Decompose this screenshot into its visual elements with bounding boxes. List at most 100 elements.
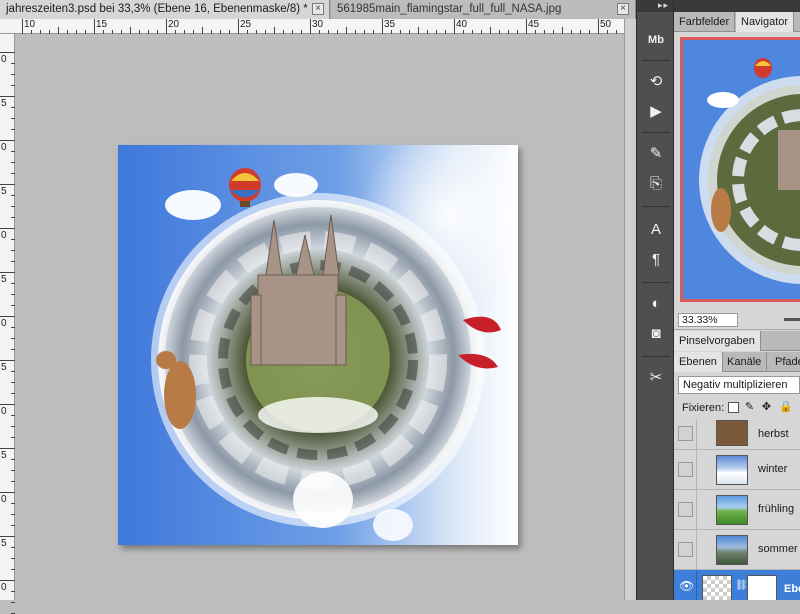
mini-bridge-icon[interactable]: Mb: [643, 28, 669, 52]
lock-row: Fixieren: ✎ ✥ 🔒: [674, 398, 800, 418]
clone-source-icon[interactable]: ⎘: [643, 172, 669, 196]
visibility-toggle[interactable]: [678, 426, 693, 441]
layer-thumbnail: [716, 495, 748, 525]
eye-icon[interactable]: 👁: [679, 579, 694, 593]
ruler-tick: [11, 74, 15, 75]
ruler-tick: [49, 30, 50, 34]
ruler-label: 5: [1, 538, 7, 549]
ruler-tick: [11, 503, 15, 504]
ruler-tick: [364, 30, 365, 34]
ruler-tick: [139, 30, 140, 34]
paragraph-icon[interactable]: ¶: [643, 248, 669, 272]
ruler-tick: [11, 437, 15, 438]
ruler-label: 5: [1, 274, 7, 285]
artwork-canvas[interactable]: [118, 145, 518, 545]
close-icon[interactable]: ×: [617, 3, 629, 15]
layer-row-active[interactable]: 👁 ⛓ Ebe: [674, 570, 800, 600]
ruler-label: 0: [1, 142, 7, 153]
ruler-tick: [472, 30, 473, 34]
tab-kanaele[interactable]: Kanäle: [722, 352, 768, 372]
layer-row-fruehling[interactable]: frühling: [674, 490, 800, 530]
document-tab-jahreszeiten[interactable]: jahreszeiten3.psd bei 33,3% (Ebene 16, E…: [0, 0, 330, 19]
ruler-tick: [11, 195, 15, 196]
layer-name: sommer: [758, 543, 798, 555]
ruler-tick: [265, 30, 266, 34]
layer-name: frühling: [758, 503, 795, 515]
zoom-slider[interactable]: [784, 318, 800, 321]
ruler-label: 30: [312, 19, 324, 30]
adjustments-icon[interactable]: ◐: [643, 292, 669, 316]
horizontal-ruler[interactable]: 10 15 20 25 30 35 40 45 50: [0, 19, 662, 34]
ruler-tick: [11, 591, 15, 592]
ruler-tick: [67, 30, 68, 34]
ruler-tick: [58, 27, 59, 34]
visibility-toggle[interactable]: [678, 502, 693, 517]
ruler-label: 0: [1, 230, 7, 241]
ruler-tick: [0, 228, 15, 229]
ruler-tick: [11, 63, 15, 64]
lock-pixels-icon[interactable]: ✎: [744, 402, 755, 413]
ruler-tick: [0, 96, 15, 97]
ruler-tick: [11, 569, 15, 570]
tab-farbfelder[interactable]: Farbfelder: [674, 12, 736, 32]
visibility-toggle[interactable]: [678, 542, 693, 557]
ruler-tick: [391, 30, 392, 34]
tools-icon[interactable]: ✂: [643, 366, 669, 390]
ruler-tick: [31, 30, 32, 34]
canvas-scrollbar[interactable]: [624, 19, 636, 600]
brush-presets-tabs: Pinselvorgaben: [674, 331, 800, 351]
ruler-label: 50: [600, 19, 612, 30]
document-tab-nasa[interactable]: 561985main_flamingstar_full_full_NASA.jp…: [331, 0, 636, 19]
ruler-tick: [418, 27, 419, 34]
layer-mask-thumbnail[interactable]: [747, 575, 777, 600]
panel-icon-strip: ▸▸ Mb ⟲ ▶ ✎ ⎘ A ¶ ◐ ◙ ✂: [636, 0, 674, 600]
ruler-tick: [346, 27, 347, 34]
ruler-tick: [598, 19, 599, 34]
ruler-tick: [256, 30, 257, 34]
visibility-toggle[interactable]: [678, 462, 693, 477]
layer-row-sommer[interactable]: sommer: [674, 530, 800, 570]
ruler-tick: [166, 19, 167, 34]
ruler-tick: [319, 30, 320, 34]
ruler-tick: [11, 173, 15, 174]
ruler-tick: [11, 118, 15, 119]
tab-pinselvorgaben[interactable]: Pinselvorgaben: [674, 331, 761, 351]
link-icon[interactable]: ⛓: [735, 580, 748, 591]
ruler-tick: [11, 283, 15, 284]
ruler-tick: [0, 580, 15, 581]
navigator-thumbnail: [683, 40, 800, 299]
zoom-level-field[interactable]: 33.33%: [678, 313, 738, 327]
ruler-tick: [11, 85, 15, 86]
ruler-label: 5: [1, 98, 7, 109]
layer-row-herbst[interactable]: herbst: [674, 420, 800, 450]
tab-ebenen[interactable]: Ebenen: [674, 352, 723, 372]
lock-transparency-icon[interactable]: [728, 402, 739, 413]
ruler-tick: [112, 30, 113, 34]
navigator-preview[interactable]: [680, 37, 800, 302]
tab-pfade[interactable]: Pfade: [770, 352, 800, 372]
character-icon[interactable]: A: [643, 218, 669, 242]
history-icon[interactable]: ⟲: [643, 70, 669, 94]
vertical-ruler[interactable]: 0 5 0 5 0 5 0 5 0 5 0 5 0: [0, 34, 15, 614]
tab-navigator[interactable]: Navigator: [736, 12, 795, 32]
brush-presets-icon[interactable]: ✎: [643, 142, 669, 166]
layer-row-winter[interactable]: winter: [674, 450, 800, 490]
ruler-tick: [454, 19, 455, 34]
canvas-area[interactable]: [16, 35, 624, 600]
ruler-tick: [11, 393, 15, 394]
layer-name: herbst: [758, 428, 789, 440]
lock-position-icon[interactable]: ✥: [761, 402, 772, 413]
collapse-strip-handle[interactable]: ▸▸: [637, 0, 673, 12]
document-tab-title: 561985main_flamingstar_full_full_NASA.jp…: [337, 3, 562, 15]
ruler-tick: [580, 30, 581, 34]
actions-icon[interactable]: ▶: [643, 100, 669, 124]
ruler-tick: [0, 404, 15, 405]
layer-thumbnail: [716, 420, 748, 446]
lock-all-icon[interactable]: 🔒: [779, 402, 793, 413]
ruler-tick: [11, 481, 15, 482]
blend-mode-select[interactable]: Negativ multiplizieren: [678, 376, 800, 394]
ruler-tick: [11, 602, 15, 603]
close-icon[interactable]: ×: [312, 3, 324, 15]
ruler-tick: [616, 30, 617, 34]
masks-icon[interactable]: ◙: [643, 322, 669, 346]
